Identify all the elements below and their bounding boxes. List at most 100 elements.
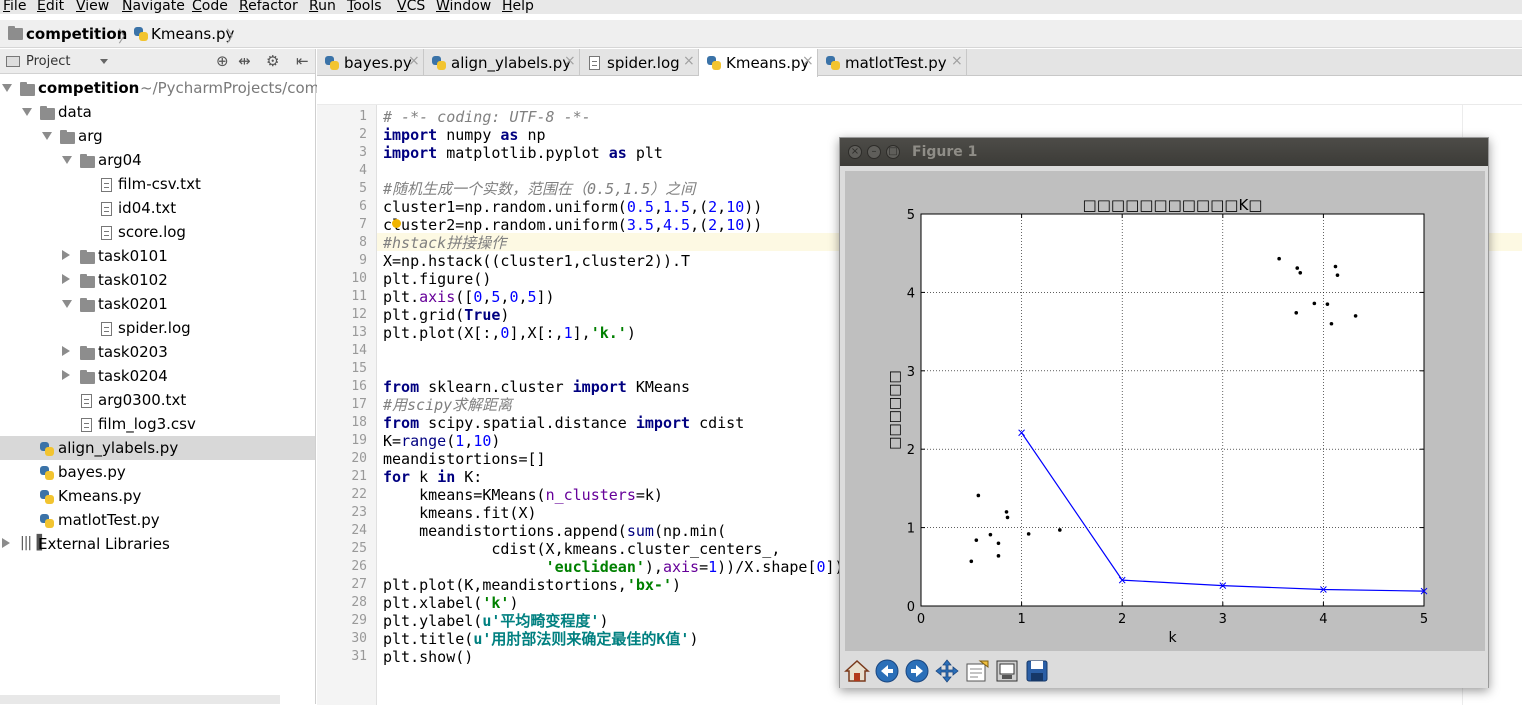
tree-item-task0203[interactable]: task0203	[0, 340, 315, 364]
tree-item-data[interactable]: data	[0, 100, 315, 124]
save-icon[interactable]	[1024, 658, 1050, 684]
dropdown-arrow-icon[interactable]	[100, 59, 108, 64]
close-tab-icon[interactable]: ×	[683, 53, 695, 69]
code-line[interactable]: from scipy.spatial.distance import cdist	[383, 414, 744, 432]
tree-item-film-log3-csv[interactable]: film_log3.csv	[0, 412, 315, 436]
close-tab-icon[interactable]: ×	[802, 53, 814, 69]
code-line[interactable]: plt.title(u'用肘部法则来确定最佳的K值')	[383, 630, 698, 648]
forward-icon[interactable]	[904, 658, 930, 684]
tree-item-arg0300-txt[interactable]: arg0300.txt	[0, 388, 315, 412]
breadcrumb-file[interactable]: Kmeans.py	[151, 24, 234, 44]
hide-panel-icon[interactable]: ⇤	[296, 52, 309, 70]
breadcrumb-project[interactable]: competition	[26, 24, 127, 44]
code-line[interactable]: cdist(X,kmeans.cluster_centers_,	[383, 540, 780, 558]
menu-tools[interactable]: Tools	[347, 0, 382, 14]
tree-item-kmeans-py[interactable]: Kmeans.py	[0, 484, 315, 508]
tree-item-film-csv-txt[interactable]: film-csv.txt	[0, 172, 315, 196]
horizontal-scrollbar[interactable]	[0, 695, 280, 704]
collapse-all-icon[interactable]: ⇹	[238, 52, 251, 70]
zoom-icon[interactable]	[964, 658, 990, 684]
tree-item-id04-txt[interactable]: id04.txt	[0, 196, 315, 220]
maximize-window-icon[interactable]: □	[886, 145, 900, 159]
code-line[interactable]: X=np.hstack((cluster1,cluster2)).T	[383, 252, 690, 270]
home-icon[interactable]	[844, 658, 870, 684]
tab-matlottest-py[interactable]: matlotTest.py ×	[818, 49, 967, 76]
code-line[interactable]: kmeans.fit(X)	[383, 504, 536, 522]
menu-file[interactable]: File	[3, 0, 26, 14]
tree-item-arg[interactable]: arg	[0, 124, 315, 148]
expanded-arrow-icon[interactable]	[42, 132, 52, 140]
collapsed-arrow-icon[interactable]	[62, 250, 70, 260]
code-line[interactable]: plt.axis([0,5,0,5])	[383, 288, 555, 306]
code-line[interactable]: plt.xlabel('k')	[383, 594, 518, 612]
menu-edit[interactable]: Edit	[37, 0, 64, 14]
menu-code[interactable]: Code	[192, 0, 228, 14]
menu-run[interactable]: Run	[309, 0, 336, 14]
menu-help[interactable]: Help	[502, 0, 534, 14]
tree-item-competition[interactable]: competition ~/PycharmProjects/compe	[0, 76, 338, 100]
project-panel-title[interactable]: Project	[26, 54, 70, 69]
tree-item-task0101[interactable]: task0101	[0, 244, 315, 268]
code-line[interactable]: K=range(1,10)	[383, 432, 500, 450]
configure-subplots-icon[interactable]	[994, 658, 1020, 684]
menu-view[interactable]: View	[76, 0, 109, 14]
collapsed-arrow-icon[interactable]	[62, 346, 70, 356]
tree-item-task0204[interactable]: task0204	[0, 364, 315, 388]
menu-vcs[interactable]: VCS	[397, 0, 425, 14]
tree-item-align-ylabels-py[interactable]: align_ylabels.py	[0, 436, 315, 460]
code-line[interactable]: plt.figure()	[383, 270, 491, 288]
close-tab-icon[interactable]: ×	[408, 53, 420, 69]
code-line[interactable]: from sklearn.cluster import KMeans	[383, 378, 690, 396]
code-line[interactable]: meandistortions=[]	[383, 450, 546, 468]
tree-item-external-libraries[interactable]: |||▐ External Libraries	[0, 532, 315, 556]
collapsed-arrow-icon[interactable]	[2, 538, 10, 548]
code-line[interactable]: plt.plot(K,meandistortions,'bx-')	[383, 576, 681, 594]
tab-bayes-py[interactable]: bayes.py ×	[317, 49, 424, 76]
tree-item-task0201[interactable]: task0201	[0, 292, 315, 316]
settings-gear-icon[interactable]: ⚙	[266, 52, 279, 70]
intention-bulb-icon[interactable]	[392, 219, 401, 228]
expanded-arrow-icon[interactable]	[2, 84, 12, 92]
tree-item-bayes-py[interactable]: bayes.py	[0, 460, 315, 484]
figure-canvas[interactable]: 0 1 2 3 4 5 0 1 2 3 4 5 □□□□□□□□□□□K□ k □□□□□□	[845, 171, 1485, 651]
code-line[interactable]: #hstack拼接操作	[383, 234, 506, 252]
menu-window[interactable]: Window	[436, 0, 491, 14]
code-line[interactable]: cluster1=np.random.uniform(0.5,1.5,(2,10…	[383, 198, 762, 216]
tab-kmeans-py[interactable]: Kmeans.py ×	[699, 49, 818, 77]
minimize-window-icon[interactable]: –	[867, 145, 881, 159]
code-line[interactable]: plt.show()	[383, 648, 473, 666]
scroll-from-source-icon[interactable]: ⊕	[216, 52, 229, 70]
close-tab-icon[interactable]: ×	[951, 53, 963, 69]
expanded-arrow-icon[interactable]	[62, 300, 72, 308]
code-line[interactable]: kmeans=KMeans(n_clusters=k)	[383, 486, 663, 504]
code-line[interactable]: plt.plot(X[:,0],X[:,1],'k.')	[383, 324, 636, 342]
tab-spider-log[interactable]: spider.log ×	[580, 49, 699, 76]
code-line[interactable]: meandistortions.append(sum(np.min(	[383, 522, 726, 540]
collapsed-arrow-icon[interactable]	[62, 274, 70, 284]
tree-item-task0102[interactable]: task0102	[0, 268, 315, 292]
code-line[interactable]: # -*- coding: UTF-8 -*-	[383, 108, 591, 126]
code-line[interactable]: cluster2=np.random.uniform(3.5,4.5,(2,10…	[383, 216, 762, 234]
tree-item-arg04[interactable]: arg04	[0, 148, 315, 172]
code-line[interactable]: for k in K:	[383, 468, 482, 486]
code-line[interactable]: plt.ylabel(u'平均畸变程度')	[383, 612, 608, 630]
menu-navigate[interactable]: Navigate	[122, 0, 185, 14]
code-line[interactable]: plt.grid(True)	[383, 306, 509, 324]
tree-item-score-log[interactable]: score.log	[0, 220, 315, 244]
pan-icon[interactable]	[934, 658, 960, 684]
tree-item-spider-log[interactable]: spider.log	[0, 316, 315, 340]
close-window-icon[interactable]: ×	[848, 145, 862, 159]
code-line[interactable]: #用scipy求解距离	[383, 396, 512, 414]
menu-refactor[interactable]: Refactor	[239, 0, 298, 14]
code-line[interactable]: #随机生成一个实数，范围在（0.5,1.5）之间	[383, 180, 695, 198]
collapsed-arrow-icon[interactable]	[62, 370, 70, 380]
tab-align-ylabels-py[interactable]: align_ylabels.py ×	[424, 49, 580, 76]
expanded-arrow-icon[interactable]	[22, 108, 32, 116]
tree-item-matlottest-py[interactable]: matlotTest.py	[0, 508, 315, 532]
back-icon[interactable]	[874, 658, 900, 684]
code-line[interactable]: import matplotlib.pyplot as plt	[383, 144, 663, 162]
expanded-arrow-icon[interactable]	[62, 156, 72, 164]
code-line[interactable]: import numpy as np	[383, 126, 546, 144]
close-tab-icon[interactable]: ×	[564, 53, 576, 69]
code-line[interactable]: 'euclidean'),axis=1))/X.shape[0])	[383, 558, 844, 576]
